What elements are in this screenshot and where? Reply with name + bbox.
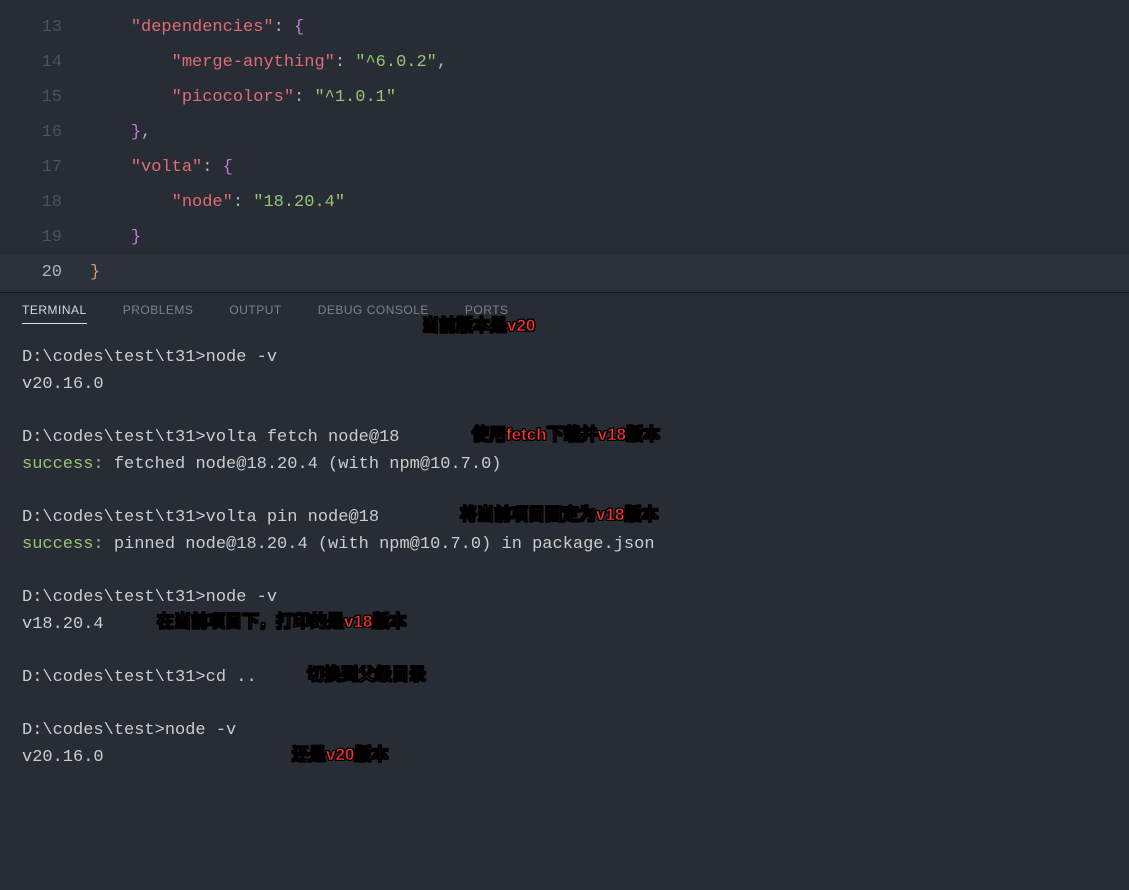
line-number: 14 <box>0 45 90 80</box>
terminal-block: D:\codes\test\t31>cd ..切换到父级目录 <box>22 664 1107 691</box>
code-line[interactable]: 13 "dependencies": { <box>0 10 1129 45</box>
terminal-block: D:\codes\test>node -vv20.16.0还是v20版本 <box>22 717 1107 771</box>
panel-tab-terminal[interactable]: TERMINAL <box>22 303 87 324</box>
terminal-block: D:\codes\test\t31>node -vv20.16.0当前版本是v2… <box>22 344 1107 398</box>
terminal-line: v18.20.4 <box>22 611 1107 638</box>
panel-tab-ports[interactable]: PORTS <box>465 303 509 324</box>
line-number: 15 <box>0 80 90 115</box>
code-editor[interactable]: 13 "dependencies": {14 "merge-anything":… <box>0 0 1129 290</box>
terminal-line: D:\codes\test>node -v <box>22 717 1107 744</box>
code-content: } <box>90 220 141 255</box>
terminal-block: D:\codes\test\t31>node -vv18.20.4在当前项目下，… <box>22 584 1107 638</box>
code-content: "picocolors": "^1.0.1" <box>90 80 396 115</box>
code-content: "volta": { <box>90 150 233 185</box>
code-content: "dependencies": { <box>90 10 304 45</box>
terminal-line: success: fetched node@18.20.4 (with npm@… <box>22 451 1107 478</box>
code-line[interactable]: 14 "merge-anything": "^6.0.2", <box>0 45 1129 80</box>
terminal-block: D:\codes\test\t31>volta pin node@18succe… <box>22 504 1107 558</box>
terminal-line: D:\codes\test\t31>volta pin node@18 <box>22 504 1107 531</box>
code-content: }, <box>90 115 151 150</box>
terminal-line: D:\codes\test\t31>volta fetch node@18 <box>22 424 1107 451</box>
line-number: 13 <box>0 10 90 45</box>
code-line[interactable]: 15 "picocolors": "^1.0.1" <box>0 80 1129 115</box>
line-number: 17 <box>0 150 90 185</box>
terminal-line: success: pinned node@18.20.4 (with npm@1… <box>22 531 1107 558</box>
line-number: 20 <box>0 255 90 290</box>
terminal-block: D:\codes\test\t31>volta fetch node@18suc… <box>22 424 1107 478</box>
code-line[interactable]: 18 "node": "18.20.4" <box>0 185 1129 220</box>
terminal-panel[interactable]: D:\codes\test\t31>node -vv20.16.0当前版本是v2… <box>0 324 1129 771</box>
code-content: "node": "18.20.4" <box>90 185 345 220</box>
line-number: 18 <box>0 185 90 220</box>
code-line[interactable]: 20} <box>0 255 1129 290</box>
code-content: } <box>90 255 100 290</box>
code-line[interactable]: 16 }, <box>0 115 1129 150</box>
line-number: 19 <box>0 220 90 255</box>
terminal-line: D:\codes\test\t31>node -v <box>22 584 1107 611</box>
terminal-line: D:\codes\test\t31>cd .. <box>22 664 1107 691</box>
line-number: 16 <box>0 115 90 150</box>
panel-tab-problems[interactable]: PROBLEMS <box>123 303 194 324</box>
code-line[interactable]: 17 "volta": { <box>0 150 1129 185</box>
terminal-line: D:\codes\test\t31>node -v <box>22 344 1107 371</box>
panel-tab-debug-console[interactable]: DEBUG CONSOLE <box>318 303 429 324</box>
panel-tab-output[interactable]: OUTPUT <box>229 303 281 324</box>
terminal-line: v20.16.0 <box>22 744 1107 771</box>
panel-tabs: TERMINAL PROBLEMS OUTPUT DEBUG CONSOLE PORTS <box>0 292 1129 324</box>
code-content: "merge-anything": "^6.0.2", <box>90 45 447 80</box>
terminal-line: v20.16.0 <box>22 371 1107 398</box>
code-line[interactable]: 19 } <box>0 220 1129 255</box>
